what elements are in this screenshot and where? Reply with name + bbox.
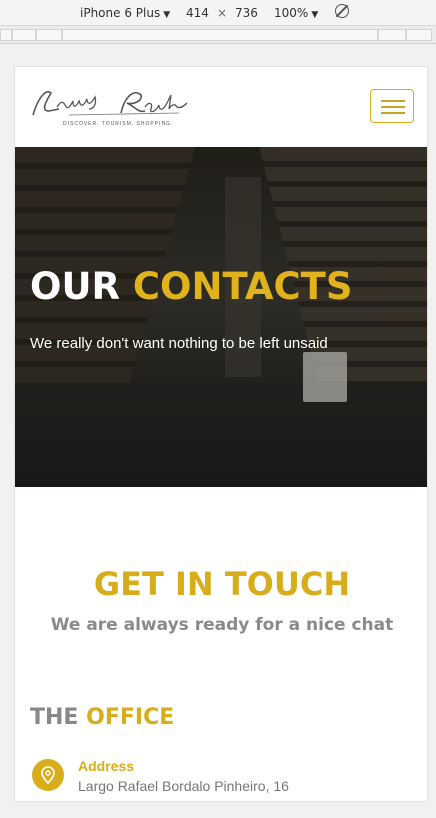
site-header: DISCOVER. TOURISM. SHOPPING.: [15, 67, 427, 147]
hamburger-icon: [381, 100, 405, 102]
viewport-height[interactable]: 736: [235, 6, 258, 20]
hero-subtitle: We really don't want nothing to be left …: [30, 335, 328, 352]
hero-title: OUR CONTACTS: [30, 265, 353, 308]
hero-banner: OUR CONTACTS We really don't want nothin…: [15, 147, 427, 487]
section-subtitle: We are always ready for a nice chat: [50, 615, 394, 635]
menu-toggle-button[interactable]: [370, 89, 414, 123]
device-viewport: DISCOVER. TOURISM. SHOPPING. OUR CONTACT…: [14, 66, 428, 802]
site-logo[interactable]: DISCOVER. TOURISM. SHOPPING.: [29, 85, 199, 129]
device-toolbar: iPhone 6 Plus ▼ 414 × 736 100% ▼: [0, 0, 436, 26]
device-select[interactable]: iPhone 6 Plus ▼: [80, 6, 170, 20]
logo-tagline: DISCOVER. TOURISM. SHOPPING.: [63, 121, 174, 127]
address-label: Address: [78, 758, 135, 774]
office-title: THE OFFICE: [30, 705, 175, 730]
section-title: GET IN TOUCH: [93, 565, 351, 603]
logo-script-icon: [32, 91, 188, 116]
media-query-ruler: [0, 26, 436, 44]
viewport-width[interactable]: 414: [186, 6, 209, 20]
map-pin-icon: [32, 759, 64, 791]
address-value: Largo Rafael Bordalo Pinheiro, 16: [78, 778, 289, 794]
dimension-separator: ×: [217, 6, 228, 20]
rotate-icon[interactable]: [335, 4, 349, 18]
zoom-select[interactable]: 100% ▼: [274, 6, 318, 20]
